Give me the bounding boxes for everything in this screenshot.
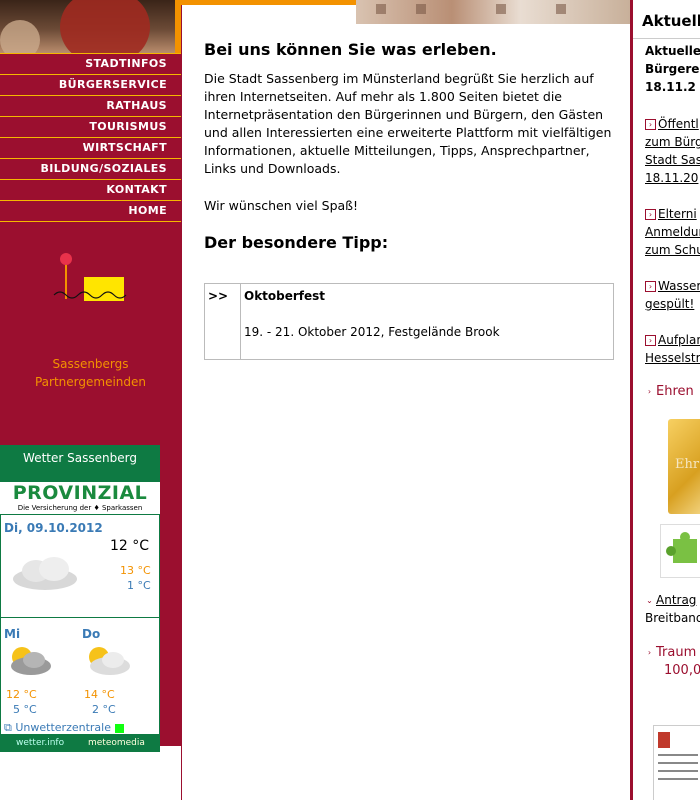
news-link-2-line1: Elterni xyxy=(658,207,697,221)
partner-line2: Partnergemeinden xyxy=(34,375,147,389)
orange-top-strip xyxy=(181,0,356,5)
header-photo-town xyxy=(356,0,630,24)
nav-item-tourismus[interactable]: TOURISMUS xyxy=(0,117,181,138)
news-link-4-line2[interactable]: Hesselstr xyxy=(645,349,700,367)
news-link-4[interactable]: › Aufplan xyxy=(645,331,700,349)
news-link-2-line2[interactable]: Anmeldun xyxy=(645,223,700,241)
arrow-right-icon: › xyxy=(645,119,656,130)
tipp-table: >> Oktoberfest 19. - 21. Oktober 2012, F… xyxy=(204,283,614,360)
weather-day2-low: 2 °C xyxy=(92,703,116,716)
news-link-5-line1: Antrag xyxy=(656,593,697,607)
arrow-right-icon: › xyxy=(645,281,656,292)
news-link-4-line1: Aufplan xyxy=(658,333,700,347)
news-link-5[interactable]: ⌄ Antrag xyxy=(645,591,696,609)
nav-item-wirtschaft[interactable]: WIRTSCHAFT xyxy=(0,138,181,159)
partly-sunny-icon xyxy=(89,647,130,675)
weather-day2-high: 14 °C xyxy=(84,688,115,701)
news-link-2-line3[interactable]: zum Schu xyxy=(645,241,700,259)
traum-link[interactable]: › Traum xyxy=(645,645,696,660)
partner-line1: Sassenbergs xyxy=(52,357,129,371)
nav-item-kontakt[interactable]: KONTAKT xyxy=(0,180,181,201)
news-link-1-line2[interactable]: zum Bürg xyxy=(645,133,700,151)
arrow-right-icon: › xyxy=(645,335,656,346)
nav-item-home[interactable]: HOME xyxy=(0,201,181,222)
news-bold-2: Bürgere xyxy=(645,62,700,76)
news-link-3[interactable]: › Wasser xyxy=(645,277,700,295)
cloud-icon xyxy=(13,557,77,590)
wetter-info-logo[interactable]: wetter.info xyxy=(16,734,64,752)
weather-temp-low: 1 °C xyxy=(127,579,151,592)
partner-logo-icon[interactable] xyxy=(50,249,130,309)
intro-text: Die Stadt Sassenberg im Münsterland begr… xyxy=(204,71,612,176)
property-flyer-image[interactable] xyxy=(653,725,700,800)
page-heading: Bei uns können Sie was erleben. xyxy=(204,40,497,59)
wish-text: Wir wünschen viel Spaß! xyxy=(204,198,359,213)
news-link-2[interactable]: › Elterni xyxy=(645,205,697,223)
puzzle-icon[interactable] xyxy=(660,524,700,578)
nav-item-stadtinfos[interactable]: STADTINFOS xyxy=(0,53,181,75)
tipp-heading: Der besondere Tipp: xyxy=(204,233,389,252)
weather-day1-high: 12 °C xyxy=(6,688,37,701)
left-column: STADTINFOS BÜRGERSERVICE RATHAUS TOURISM… xyxy=(0,0,181,800)
traum-line2[interactable]: 100,0 xyxy=(664,663,700,678)
weather-day2-label: Do xyxy=(82,627,101,641)
nav-item-buergerservice[interactable]: BÜRGERSERVICE xyxy=(0,75,181,96)
unwetter-link[interactable]: ⧉ Unwetterzentrale xyxy=(4,721,124,735)
news-link-5-line2[interactable]: Breitband xyxy=(645,609,700,627)
weather-day1-low: 5 °C xyxy=(13,703,37,716)
arrow-right-icon: › xyxy=(645,209,656,220)
traum-line1: Traum xyxy=(656,645,697,660)
ehren-label: Ehren xyxy=(656,384,694,399)
partly-cloudy-icon xyxy=(11,647,51,675)
news-bold-1: Aktuelle xyxy=(645,44,700,58)
external-link-icon: ⧉ xyxy=(4,721,16,734)
weather-body: Di, 09.10.2012 12 °C 13 °C 1 °C Mi Do 12… xyxy=(0,445,160,752)
tipp-arrow: >> xyxy=(208,289,229,303)
weather-temp-high: 13 °C xyxy=(120,564,151,577)
ehrenamt-banner[interactable]: Ehr xyxy=(668,419,700,514)
unwetter-link-label: Unwetterzentrale xyxy=(15,721,111,734)
weather-footer: wetter.info meteomedia xyxy=(0,734,160,752)
arrow-right-icon: › xyxy=(647,648,652,657)
weather-day1-label: Mi xyxy=(4,627,21,641)
column-divider xyxy=(181,0,182,800)
tipp-description: 19. - 21. Oktober 2012, Festgelände Broo… xyxy=(244,325,500,339)
main-nav: STADTINFOS BÜRGERSERVICE RATHAUS TOURISM… xyxy=(0,53,181,223)
ehren-link[interactable]: › Ehren xyxy=(645,384,694,399)
chevron-down-icon: ⌄ xyxy=(646,596,653,605)
weather-today-label: Di, 09.10.2012 xyxy=(4,521,103,535)
news-link-1-line4[interactable]: 18.11.20 xyxy=(645,169,698,187)
news-bold-3: 18.11.2 xyxy=(645,80,696,94)
nav-item-bildung-soziales[interactable]: BILDUNG/SOZIALES xyxy=(0,159,181,180)
right-title: Aktuell xyxy=(642,12,700,30)
news-link-1-line3[interactable]: Stadt Sas xyxy=(645,151,700,169)
arrow-right-icon: › xyxy=(647,387,652,396)
partner-link[interactable]: Sassenbergs Partnergemeinden xyxy=(0,355,181,391)
main-content: Bei uns können Sie was erleben. Die Stad… xyxy=(204,40,616,360)
weather-temp-now: 12 °C xyxy=(110,538,150,554)
news-link-3-line2[interactable]: gespült! xyxy=(645,295,694,313)
header-photo xyxy=(0,0,175,53)
news-link-1[interactable]: › Öffentl xyxy=(645,115,699,133)
status-green-icon xyxy=(114,723,124,733)
right-column: Aktuelle Bürgere 18.11.2 › Öffentl zum Bü… xyxy=(633,38,700,800)
nav-item-rathaus[interactable]: RATHAUS xyxy=(0,96,181,117)
ehrenamt-banner-text: Ehr xyxy=(675,457,700,472)
meteomedia-logo[interactable]: meteomedia xyxy=(88,734,145,752)
news-link-1-line1: Öffentl xyxy=(658,117,699,131)
tipp-title-link[interactable]: Oktoberfest xyxy=(244,289,325,303)
news-link-3-line1: Wasser xyxy=(658,279,700,293)
